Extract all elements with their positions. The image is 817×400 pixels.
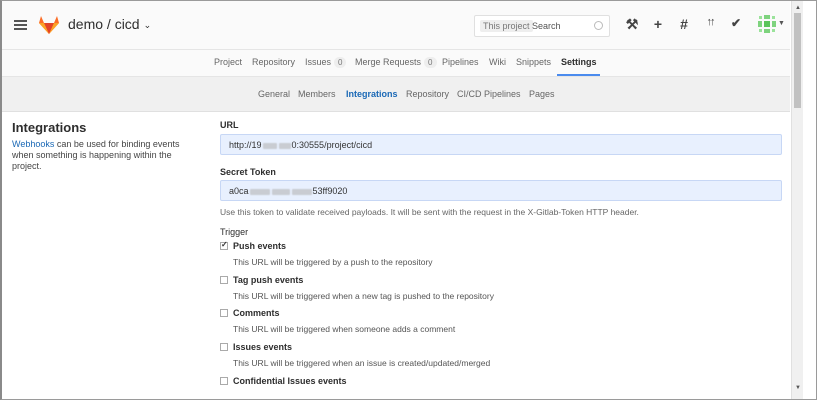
avatar[interactable] bbox=[756, 13, 778, 35]
redacted-mark bbox=[291, 188, 312, 195]
active-tab-underline bbox=[557, 74, 600, 76]
plus-icon[interactable]: + bbox=[650, 16, 666, 32]
issues-events-checkbox[interactable] bbox=[220, 343, 228, 351]
subtab-repository[interactable]: Repository bbox=[406, 89, 449, 99]
project-title-text[interactable]: demo / cicd bbox=[68, 16, 140, 32]
comments-checkbox[interactable] bbox=[220, 309, 228, 317]
redacted-mark bbox=[249, 188, 270, 195]
tab-project[interactable]: Project bbox=[214, 57, 242, 67]
redacted-mark bbox=[278, 142, 291, 149]
settings-subnav: General Members Integrations Repository … bbox=[2, 77, 790, 112]
issues-count-badge: 0 bbox=[334, 57, 347, 68]
scroll-up-arrow-icon[interactable]: ▲ bbox=[795, 5, 801, 11]
subtab-general[interactable]: General bbox=[258, 89, 290, 99]
scrollbar-thumb[interactable] bbox=[794, 13, 801, 108]
vertical-scrollbar[interactable]: ▲ ▼ bbox=[791, 1, 803, 399]
tab-snippets[interactable]: Snippets bbox=[516, 57, 551, 67]
confidential-issues-events-label[interactable]: Confidential Issues events bbox=[233, 376, 347, 386]
tag-push-events-label[interactable]: Tag push events bbox=[233, 275, 303, 285]
subtab-cicd-pipelines[interactable]: CI/CD Pipelines bbox=[457, 89, 521, 99]
caret-down-icon[interactable]: ▼ bbox=[778, 20, 785, 27]
page-description: Webhooks can be used for binding events … bbox=[12, 139, 202, 172]
url-value-prefix: http://19 bbox=[229, 140, 262, 150]
push-events-label[interactable]: Push events bbox=[233, 241, 286, 251]
tab-wiki[interactable]: Wiki bbox=[489, 57, 506, 67]
merge-request-icon[interactable]: ↑↑ bbox=[702, 16, 718, 28]
tab-merge-requests[interactable]: Merge Requests 0 bbox=[355, 57, 437, 68]
tag-push-events-checkbox[interactable] bbox=[220, 276, 228, 284]
url-value-suffix: 0:30555/project/cicd bbox=[291, 140, 373, 150]
browser-window: demo / cicd ⌄ This project Search ⚒ + # ↑… bbox=[0, 0, 817, 400]
check-circle-icon[interactable]: ✔ bbox=[728, 16, 744, 30]
confidential-issues-events-checkbox[interactable] bbox=[220, 377, 228, 385]
token-value-suffix: 53ff9020 bbox=[312, 186, 348, 196]
issues-events-label[interactable]: Issues events bbox=[233, 342, 292, 352]
subtab-members[interactable]: Members bbox=[298, 89, 336, 99]
tab-settings[interactable]: Settings bbox=[561, 57, 597, 67]
gitlab-logo-icon[interactable] bbox=[38, 15, 60, 35]
subtab-integrations[interactable]: Integrations bbox=[346, 89, 398, 99]
hamburger-menu-icon[interactable] bbox=[14, 20, 27, 30]
top-header: demo / cicd ⌄ This project Search ⚒ + # ↑… bbox=[2, 1, 790, 50]
tab-repository[interactable]: Repository bbox=[252, 57, 295, 67]
webhooks-link[interactable]: Webhooks bbox=[12, 139, 54, 149]
url-field[interactable]: http://19 0:30555/project/cicd bbox=[220, 134, 782, 155]
search-icon bbox=[594, 21, 603, 30]
issues-events-desc: This URL will be triggered when an issue… bbox=[233, 358, 491, 368]
search-input[interactable]: Search bbox=[532, 21, 561, 31]
push-events-checkbox[interactable] bbox=[220, 240, 228, 250]
tab-merge-requests-label[interactable]: Merge Requests bbox=[355, 57, 421, 67]
token-help-text: Use this token to validate received payl… bbox=[220, 207, 639, 217]
search-scope-badge: This project bbox=[480, 20, 533, 32]
comments-desc: This URL will be triggered when someone … bbox=[233, 324, 456, 334]
subtab-pages[interactable]: Pages bbox=[529, 89, 555, 99]
tab-issues-label[interactable]: Issues bbox=[305, 57, 331, 67]
secret-token-label: Secret Token bbox=[220, 167, 276, 177]
page-title: Integrations bbox=[12, 120, 87, 135]
push-events-desc: This URL will be triggered by a push to … bbox=[233, 257, 433, 267]
search-box[interactable]: This project Search bbox=[474, 15, 610, 37]
secret-token-field[interactable]: a0ca 53ff9020 bbox=[220, 180, 782, 201]
hash-icon[interactable]: # bbox=[676, 16, 692, 32]
project-nav: Project Repository Issues 0 Merge Request… bbox=[2, 50, 790, 77]
scroll-down-arrow-icon[interactable]: ▼ bbox=[795, 385, 801, 391]
redacted-mark bbox=[262, 142, 277, 149]
project-title[interactable]: demo / cicd ⌄ bbox=[68, 16, 151, 32]
wrench-icon[interactable]: ⚒ bbox=[624, 16, 640, 33]
token-value-prefix: a0ca bbox=[229, 186, 249, 196]
tab-pipelines[interactable]: Pipelines bbox=[442, 57, 479, 67]
tab-issues[interactable]: Issues 0 bbox=[305, 57, 347, 68]
comments-label[interactable]: Comments bbox=[233, 308, 280, 318]
url-label: URL bbox=[220, 120, 239, 130]
trigger-label: Trigger bbox=[220, 227, 249, 237]
chevron-down-icon[interactable]: ⌄ bbox=[144, 20, 152, 30]
redacted-mark bbox=[271, 188, 290, 195]
merge-requests-count-badge: 0 bbox=[424, 57, 437, 68]
tag-push-events-desc: This URL will be triggered when a new ta… bbox=[233, 291, 494, 301]
